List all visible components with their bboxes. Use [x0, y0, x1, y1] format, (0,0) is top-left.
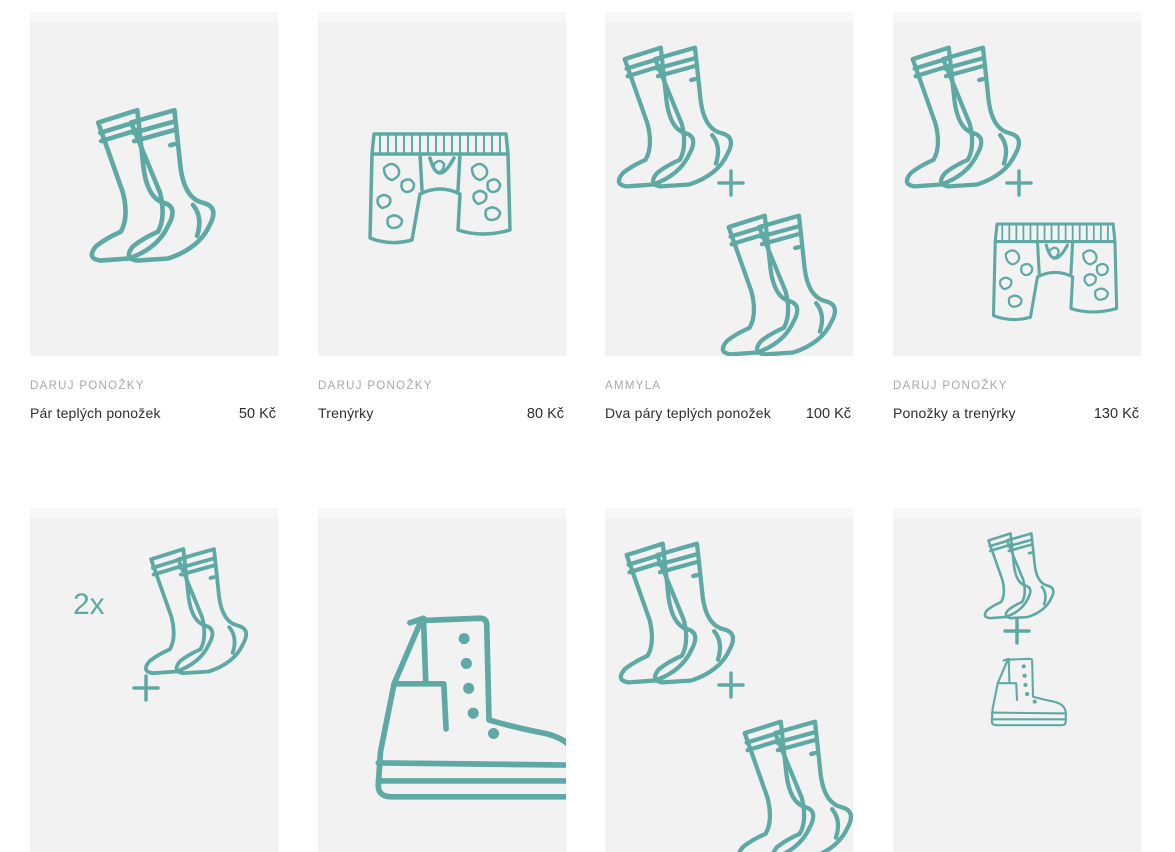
product-price: 130 Kč — [1093, 406, 1139, 422]
product-image[interactable] — [30, 12, 278, 356]
two-socks-plus-icon: 2x — [73, 547, 249, 702]
boxers-icon — [368, 132, 512, 245]
product-image[interactable] — [318, 12, 566, 356]
product-title[interactable]: Pár teplých ponožek — [30, 405, 161, 421]
quantity-badge: 2x — [73, 588, 105, 621]
product-vendor[interactable]: DARUJ PONOŽKY — [30, 378, 278, 394]
product-image[interactable] — [893, 12, 1141, 356]
product-image[interactable] — [893, 508, 1141, 852]
socks-icon — [30, 12, 278, 356]
product-vendor[interactable]: DARUJ PONOŽKY — [318, 378, 566, 394]
product-image[interactable] — [605, 508, 853, 852]
socks-plus-boot-icon — [983, 532, 1067, 727]
socks-plus-boxers-icon — [893, 12, 1119, 322]
product-price: 80 Kč — [526, 406, 564, 422]
product-price: 100 Kč — [805, 406, 851, 422]
product-title[interactable]: Trenýrky — [318, 405, 374, 421]
product-image[interactable]: 2x — [30, 508, 278, 852]
product-image[interactable] — [318, 508, 566, 852]
product-vendor[interactable]: AMMYLA — [605, 378, 853, 394]
boot-icon — [318, 508, 566, 852]
product-vendor[interactable]: DARUJ PONOŽKY — [893, 378, 1141, 394]
product-title[interactable]: Dva páry teplých ponožek — [605, 405, 771, 421]
product-title[interactable]: Ponožky a trenýrky — [893, 405, 1016, 421]
product-grid: DARUJ PONOŽKY Pár teplých ponožek 50 Kč … — [0, 0, 1175, 852]
socks-plus-icon — [605, 508, 853, 852]
socks-plus-socks-icon — [605, 12, 853, 356]
product-image[interactable] — [605, 12, 853, 356]
product-price: 50 Kč — [238, 406, 276, 422]
